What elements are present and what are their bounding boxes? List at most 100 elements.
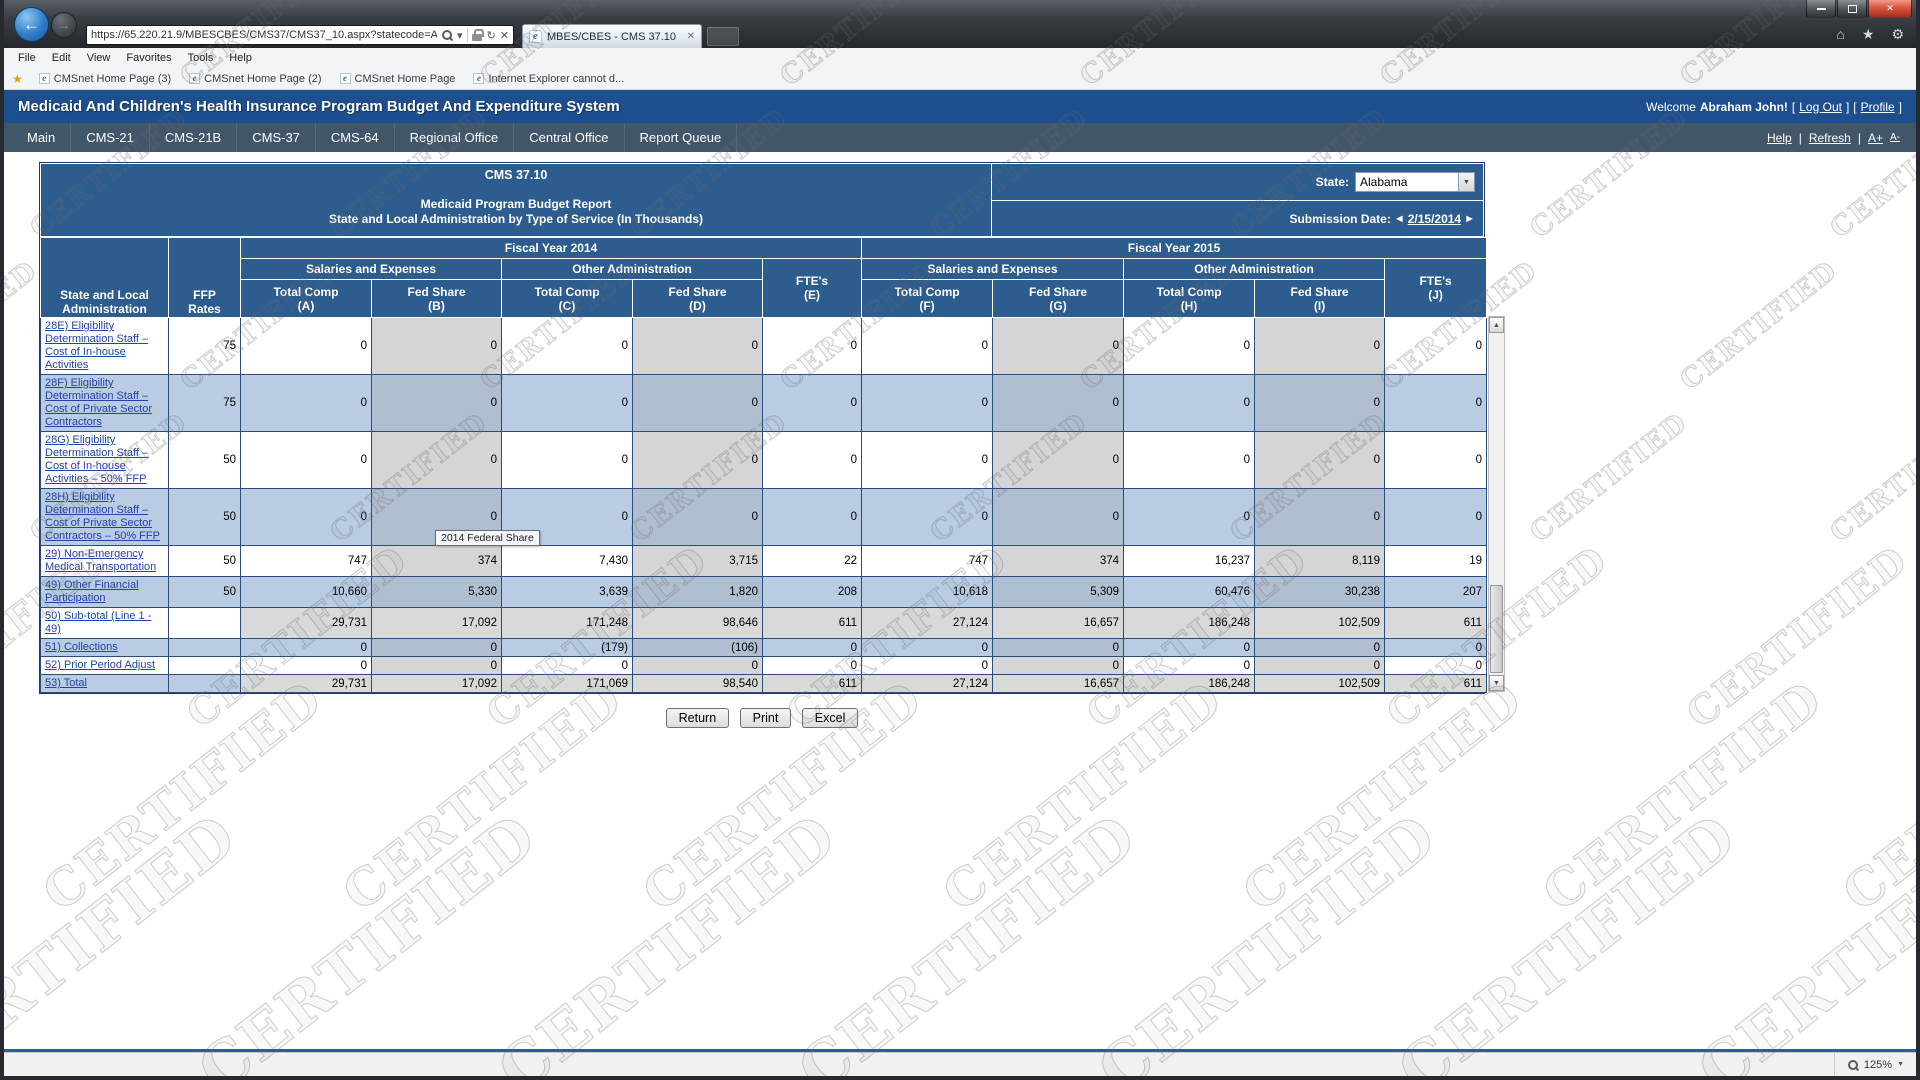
- forward-icon: →: [58, 18, 70, 32]
- favorite-item[interactable]: e CMSnet Home Page: [332, 68, 464, 89]
- value-cell-J: 611: [1384, 607, 1488, 639]
- value-cell-C: (179): [501, 638, 633, 657]
- state-select[interactable]: Alabama ▼: [1355, 172, 1475, 192]
- scroll-down-button[interactable]: ▼: [1489, 675, 1504, 691]
- ffp-rate-cell: [168, 607, 241, 639]
- nav-cms-21b[interactable]: CMS-21B: [150, 123, 238, 152]
- tools-gear-icon[interactable]: ⚙: [1891, 26, 1904, 43]
- cell-tooltip: 2014 Federal Share: [435, 530, 540, 546]
- zoom-control[interactable]: 125% ▼: [1833, 1053, 1916, 1076]
- browser-tab[interactable]: e MBES/CBES - CMS 37.10 ✕: [522, 24, 702, 48]
- profile-link[interactable]: Profile: [1861, 100, 1895, 114]
- maximize-icon: [1847, 4, 1857, 13]
- report-controls: State: Alabama ▼ Submission Date: ◄ 2/15…: [992, 163, 1484, 237]
- menu-view[interactable]: View: [79, 52, 119, 64]
- corner-header: State and Local Administration: [40, 237, 169, 318]
- font-increase-link[interactable]: A+: [1868, 131, 1883, 145]
- row-label-link[interactable]: 50) Sub-total (Line 1 - 49): [45, 610, 151, 635]
- nav-cms-37[interactable]: CMS-37: [237, 123, 316, 152]
- refresh-link[interactable]: Refresh: [1809, 131, 1851, 145]
- browser-window: ✕ ← → ▾ ↻ ✕ e MBES/CBES - CMS 37.10 ✕ ⌂ …: [0, 0, 1920, 1080]
- main-nav: Main CMS-21 CMS-21B CMS-37 CMS-64 Region…: [4, 123, 1916, 152]
- next-period-icon[interactable]: ►: [1464, 213, 1475, 225]
- row-label-link[interactable]: 28F) Eligibility Determination Staff – C…: [45, 377, 152, 428]
- nav-cms-64[interactable]: CMS-64: [316, 123, 395, 152]
- nav-main[interactable]: Main: [12, 123, 72, 152]
- value-cell-D: 0: [632, 488, 763, 546]
- nav-regional-office[interactable]: Regional Office: [395, 123, 515, 152]
- favorite-item[interactable]: e CMSnet Home Page (2): [181, 68, 329, 89]
- submission-date-link[interactable]: 2/15/2014: [1408, 212, 1461, 226]
- tab-close-icon[interactable]: ✕: [687, 31, 695, 42]
- value-cell-G: 16,657: [992, 674, 1125, 693]
- menu-help[interactable]: Help: [221, 52, 260, 64]
- back-button[interactable]: ←: [14, 7, 49, 42]
- fy2015-header: Fiscal Year 2015: [861, 237, 1488, 259]
- home-icon[interactable]: ⌂: [1836, 26, 1844, 43]
- app-title: Medicaid And Children's Health Insurance…: [18, 98, 620, 115]
- favorites-icon[interactable]: ★: [1862, 26, 1875, 43]
- prev-period-icon[interactable]: ◄: [1394, 213, 1405, 225]
- scroll-up-button[interactable]: ▲: [1489, 317, 1504, 333]
- row-label-link[interactable]: 28H) Eligibility Determination Staff – C…: [45, 491, 160, 542]
- excel-button[interactable]: Excel: [801, 708, 859, 728]
- maximize-button[interactable]: [1837, 0, 1867, 18]
- row-label-link[interactable]: 28E) Eligibility Determination Staff – C…: [45, 320, 148, 371]
- logout-link[interactable]: Log Out: [1799, 100, 1842, 114]
- value-cell-H: 0: [1123, 638, 1256, 657]
- help-link[interactable]: Help: [1767, 131, 1792, 145]
- value-cell-A: 0: [240, 431, 372, 489]
- value-cell-E: 0: [761, 488, 863, 546]
- forward-button[interactable]: →: [51, 12, 77, 38]
- address-bar[interactable]: ▾ ↻ ✕: [86, 25, 514, 45]
- close-button[interactable]: ✕: [1868, 0, 1912, 18]
- return-button[interactable]: Return: [665, 708, 730, 728]
- font-decrease-link[interactable]: A-: [1890, 132, 1900, 143]
- row-label-link[interactable]: 28G) Eligibility Determination Staff – C…: [45, 434, 148, 485]
- search-caret-icon[interactable]: ▾: [457, 29, 463, 42]
- chevron-down-icon[interactable]: ▼: [1458, 173, 1474, 191]
- favorite-item[interactable]: e Internet Explorer cannot d...: [465, 68, 632, 89]
- menu-tools[interactable]: Tools: [180, 52, 222, 64]
- nav-report-queue[interactable]: Report Queue: [625, 123, 738, 152]
- refresh-icon[interactable]: ↻: [487, 29, 496, 42]
- menu-edit[interactable]: Edit: [44, 52, 79, 64]
- separator: |: [1857, 130, 1861, 145]
- minimize-button[interactable]: [1806, 0, 1836, 18]
- favorite-item[interactable]: e CMSnet Home Page (3): [31, 68, 179, 89]
- scrollbar-thumb[interactable]: [1490, 585, 1503, 673]
- table-row: 29) Non-Emergency Medical Transportation…: [40, 545, 1488, 577]
- app-banner: Medicaid And Children's Health Insurance…: [4, 90, 1916, 123]
- menu-favorites[interactable]: Favorites: [118, 52, 179, 64]
- value-cell-I: 0: [1254, 374, 1386, 432]
- value-cell-F: 27,124: [861, 674, 994, 693]
- print-button[interactable]: Print: [739, 708, 792, 728]
- row-label-link[interactable]: 29) Non-Emergency Medical Transportation: [45, 548, 156, 573]
- nav-cms-21[interactable]: CMS-21: [71, 123, 150, 152]
- address-input[interactable]: [91, 29, 438, 41]
- row-label-link[interactable]: 49) Other Financial Participation: [45, 579, 139, 604]
- row-label-cell: 28G) Eligibility Determination Staff – C…: [40, 431, 169, 489]
- value-cell-J: 0: [1384, 431, 1488, 489]
- report-table-block: CMS 37.10 Medicaid Program Budget Report…: [39, 162, 1488, 694]
- nav-central-office[interactable]: Central Office: [514, 123, 625, 152]
- table-scrollbar[interactable]: ▲ ▼: [1488, 316, 1505, 692]
- row-label-link[interactable]: 52) Prior Period Adjust: [45, 659, 155, 671]
- value-cell-B: 0: [371, 656, 502, 675]
- report-table-head: State and Local Administration FFP Rates…: [40, 237, 1488, 318]
- favorites-star-icon[interactable]: ★: [12, 72, 23, 86]
- menu-file[interactable]: File: [10, 52, 44, 64]
- value-cell-A: 29,731: [240, 607, 372, 639]
- ffp-rate-cell: 50: [168, 431, 241, 489]
- value-cell-D: 1,820: [632, 576, 763, 608]
- value-cell-I: 0: [1254, 317, 1386, 375]
- row-label-link[interactable]: 51) Collections: [45, 641, 118, 653]
- value-cell-I: 102,509: [1254, 674, 1386, 693]
- ffp-rate-cell: 50: [168, 576, 241, 608]
- new-tab-button[interactable]: [707, 27, 739, 46]
- stop-icon[interactable]: ✕: [500, 29, 509, 42]
- bracket: [: [1791, 99, 1796, 114]
- search-icon[interactable]: [441, 29, 453, 41]
- row-label-link[interactable]: 53) Total: [45, 677, 87, 689]
- value-cell-H: 186,248: [1123, 674, 1256, 693]
